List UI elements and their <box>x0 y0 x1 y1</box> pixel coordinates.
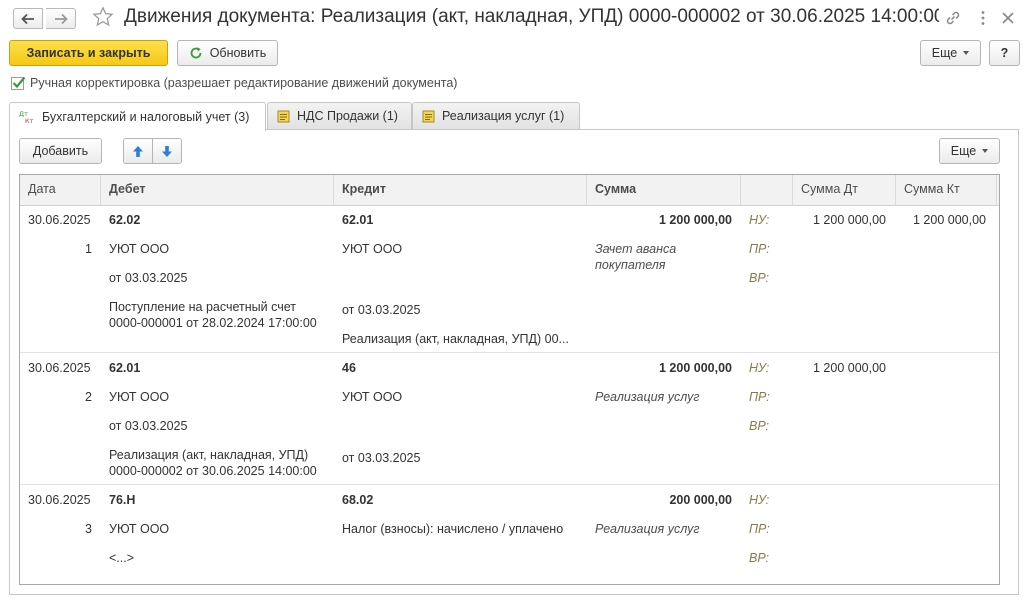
entry-content[interactable]: Зачет аванса покупателя <box>595 241 676 273</box>
refresh-icon <box>190 47 202 59</box>
sum-kt-value[interactable]: 1 200 000,00 <box>904 212 986 228</box>
move-down-button[interactable] <box>152 138 182 164</box>
credit-subconto-3[interactable]: от 03.03.2025 <box>342 450 420 466</box>
register-pr-label: ПР: <box>749 390 770 404</box>
row-separator <box>20 484 999 485</box>
column-header-date[interactable]: Дата <box>20 175 101 206</box>
debit-subconto-2[interactable]: от 03.03.2025 <box>109 270 187 286</box>
debit-subconto-1[interactable]: УЮТ ООО <box>109 241 169 257</box>
entry-number[interactable]: 2 <box>28 389 92 405</box>
entry-number[interactable]: 1 <box>28 241 92 257</box>
window-title: Движения документа: Реализация (акт, нак… <box>124 6 939 27</box>
tab-vat-sales-label: НДС Продажи (1) <box>297 109 398 123</box>
entry-date[interactable]: 30.06.2025 <box>28 212 91 228</box>
help-button[interactable]: ? <box>989 40 1020 66</box>
entry-content[interactable]: Реализация услуг <box>595 389 700 405</box>
debit-account[interactable]: 76.Н <box>109 492 135 508</box>
more-label: Еще <box>931 46 958 60</box>
manual-correction-checkbox-row[interactable]: Ручная корректировка (разрешает редактир… <box>11 76 457 90</box>
sum-dt-value[interactable]: 1 200 000,00 <box>801 212 886 228</box>
register-pr-label: ПР: <box>749 522 770 536</box>
manual-correction-checkbox[interactable] <box>11 76 26 90</box>
checkmark-icon <box>12 76 26 88</box>
table-header: Дата Дебет Кредит Сумма Сумма Дт Сумма К… <box>20 175 999 206</box>
arrow-up-icon <box>133 145 143 157</box>
tab-accounting[interactable]: Дт Кт Бухгалтерский и налоговый учет (3) <box>9 102 266 131</box>
entry-amount[interactable]: 200 000,00 <box>595 492 732 508</box>
column-header-credit[interactable]: Кредит <box>334 175 587 206</box>
row-separator <box>20 352 999 353</box>
sum-dt-value[interactable]: 1 200 000,00 <box>801 360 886 376</box>
tab-vat-sales[interactable]: НДС Продажи (1) <box>267 102 412 129</box>
column-header-debit[interactable]: Дебет <box>101 175 334 206</box>
entry-date[interactable]: 30.06.2025 <box>28 360 91 376</box>
register-nu-label: НУ: <box>749 213 770 227</box>
debit-subconto-2[interactable]: <...> <box>109 550 134 566</box>
debit-account[interactable]: 62.01 <box>109 360 140 376</box>
entries-table: Дата Дебет Кредит Сумма Сумма Дт Сумма К… <box>19 174 1000 585</box>
credit-subconto-1[interactable]: УЮТ ООО <box>342 241 402 257</box>
table-more-button[interactable]: Еще <box>939 138 1000 164</box>
add-button[interactable]: Добавить <box>19 138 102 164</box>
register-icon <box>277 110 290 122</box>
register-pr-label: ПР: <box>749 242 770 256</box>
debit-account[interactable]: 62.02 <box>109 212 140 228</box>
credit-subconto-1[interactable]: УЮТ ООО <box>342 389 402 405</box>
entry-amount[interactable]: 1 200 000,00 <box>595 360 732 376</box>
forward-button[interactable] <box>46 8 76 29</box>
register-icon <box>422 110 435 122</box>
column-header-sum-dt[interactable]: Сумма Дт <box>793 175 896 206</box>
column-header-register[interactable] <box>741 175 793 206</box>
debit-subconto-2[interactable]: от 03.03.2025 <box>109 418 187 434</box>
column-header-amount[interactable]: Сумма <box>587 175 741 206</box>
refresh-button[interactable]: Обновить <box>177 40 278 66</box>
arrow-left-icon <box>21 13 34 24</box>
move-up-button[interactable] <box>123 138 153 164</box>
kebab-menu-icon[interactable] <box>974 9 992 27</box>
credit-account[interactable]: 62.01 <box>342 212 373 228</box>
table-more-label: Еще <box>950 144 977 158</box>
entry-number[interactable]: 3 <box>28 521 92 537</box>
link-icon[interactable] <box>944 9 962 27</box>
tab-accounting-label: Бухгалтерский и налоговый учет (3) <box>42 110 250 124</box>
dt-kt-register-icon: Дт Кт <box>19 110 34 124</box>
debit-subconto-1[interactable]: УЮТ ООО <box>109 521 169 537</box>
register-vr-label: ВР: <box>749 419 770 433</box>
register-nu-label: НУ: <box>749 361 770 375</box>
back-button[interactable] <box>13 8 43 29</box>
save-and-close-button[interactable]: Записать и закрыть <box>9 40 168 66</box>
debit-subconto-1[interactable]: УЮТ ООО <box>109 389 169 405</box>
entry-content[interactable]: Реализация услуг <box>595 521 700 537</box>
chevron-down-icon <box>982 149 989 153</box>
more-button[interactable]: Еще <box>920 40 981 66</box>
debit-subconto-3[interactable]: Реализация (акт, накладная, УПД) 0000-00… <box>109 447 317 479</box>
tab-services-sales-label: Реализация услуг (1) <box>442 109 565 123</box>
credit-subconto-1[interactable]: Налог (взносы): начислено / уплачено <box>342 521 563 537</box>
svg-text:Кт: Кт <box>25 117 34 124</box>
column-header-sum-kt[interactable]: Сумма Кт <box>896 175 997 206</box>
credit-subconto-4[interactable]: Реализация (акт, накладная, УПД) 00... <box>342 331 569 347</box>
register-vr-label: ВР: <box>749 271 770 285</box>
close-icon[interactable] <box>999 9 1017 27</box>
credit-account[interactable]: 46 <box>342 360 356 376</box>
arrow-down-icon <box>162 145 172 157</box>
refresh-label: Обновить <box>209 46 267 60</box>
title-bar: Движения документа: Реализация (акт, нак… <box>0 0 1023 36</box>
chevron-down-icon <box>963 51 970 55</box>
arrow-right-icon <box>54 13 68 24</box>
register-vr-label: ВР: <box>749 551 770 565</box>
entry-date[interactable]: 30.06.2025 <box>28 492 91 508</box>
manual-correction-label: Ручная корректировка (разрешает редактир… <box>30 76 458 90</box>
register-tabs: Дт Кт Бухгалтерский и налоговый учет (3)… <box>9 102 1019 131</box>
credit-subconto-3[interactable]: от 03.03.2025 <box>342 302 420 318</box>
debit-subconto-3[interactable]: Поступление на расчетный счет 0000-00000… <box>109 299 317 331</box>
register-nu-label: НУ: <box>749 493 770 507</box>
entry-amount[interactable]: 1 200 000,00 <box>595 212 732 228</box>
star-icon[interactable] <box>92 6 114 28</box>
tab-services-sales[interactable]: Реализация услуг (1) <box>412 102 580 129</box>
credit-account[interactable]: 68.02 <box>342 492 373 508</box>
